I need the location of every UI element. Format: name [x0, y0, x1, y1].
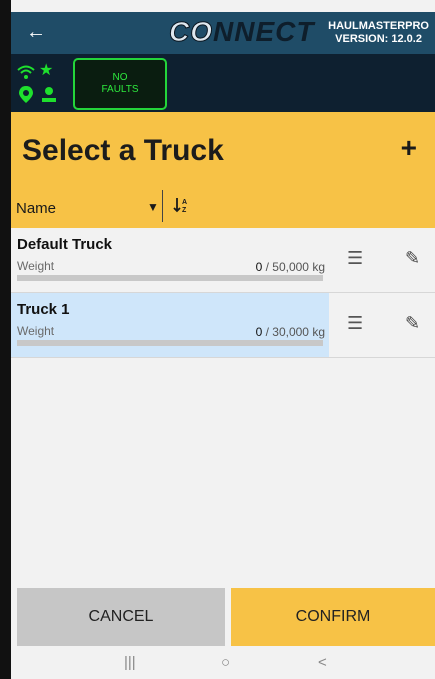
cancel-button[interactable]: CANCEL [17, 588, 225, 646]
weight-capacity: / 50,000 kg [265, 260, 325, 274]
version-label: VERSION: 12.0.2 [335, 33, 422, 45]
weight-capacity: / 30,000 kg [265, 325, 325, 339]
chevron-down-icon[interactable]: ▼ [147, 200, 159, 214]
system-nav-bar: ||| ○ < [11, 646, 435, 679]
sort-direction-icon[interactable]: AZ [173, 196, 191, 218]
brand-name: HAULMASTERPRO [328, 20, 429, 32]
truck-name: Default Truck [17, 236, 113, 253]
truck-row-main[interactable]: Truck 1 Weight 0 / 30,000 kg [11, 293, 329, 357]
faults-indicator[interactable]: NO FAULTS [73, 58, 167, 110]
svg-text:A: A [182, 199, 187, 206]
sort-divider [162, 190, 163, 222]
pencil-icon[interactable]: ✎ [405, 313, 420, 334]
truck-row-main[interactable]: Default Truck Weight 0 / 50,000 kg [11, 228, 329, 292]
version-info: HAULMASTERPRO VERSION: 12.0.2 [328, 20, 429, 46]
logo-rest: NNECT [213, 16, 315, 47]
weight-current: 0 [255, 260, 263, 274]
faults-line-1: NO [112, 72, 128, 83]
recent-apps-button[interactable]: ||| [124, 654, 136, 671]
weight-label: Weight [17, 259, 55, 273]
truck-row-default[interactable]: Default Truck Weight 0 / 50,000 kg ☰ ✎ [11, 228, 435, 293]
back-arrow-icon[interactable]: ← [26, 20, 46, 44]
wifi-icon [17, 64, 35, 84]
weight-progress-bar [17, 275, 323, 281]
weight-label: Weight [17, 324, 55, 338]
page-title: Select a Truck [22, 134, 224, 167]
confirm-button[interactable]: CONFIRM [231, 588, 435, 646]
add-truck-button[interactable]: + [401, 132, 417, 164]
page-header: Select a Truck + Name ▼ AZ [11, 112, 435, 228]
truck-row-1[interactable]: Truck 1 Weight 0 / 30,000 kg ☰ ✎ [11, 293, 435, 358]
pencil-icon[interactable]: ✎ [405, 248, 420, 269]
weight-value: 0 / 50,000 kg [256, 260, 325, 274]
weight-value: 0 / 30,000 kg [256, 325, 325, 339]
list-icon[interactable]: ☰ [347, 313, 363, 334]
app-screen: ← CONNECT HAULMASTERPRO VERSION: 12.0.2 … [11, 0, 435, 679]
top-bar: ← CONNECT HAULMASTERPRO VERSION: 12.0.2 [11, 12, 435, 54]
weight-progress-bar [17, 340, 323, 346]
truck-name: Truck 1 [17, 301, 70, 318]
home-button[interactable]: ○ [221, 654, 230, 671]
back-button[interactable]: < [318, 654, 327, 671]
app-logo: CONNECT [169, 16, 314, 48]
svg-text:Z: Z [182, 207, 187, 214]
status-bar: ★ NO FAULTS [11, 54, 435, 112]
location-pin-icon [19, 86, 33, 107]
list-icon[interactable]: ☰ [347, 248, 363, 269]
sort-field-select[interactable]: Name [16, 200, 56, 217]
logo-co: CO [169, 16, 213, 48]
user-icon [41, 86, 57, 107]
weight-current: 0 [255, 325, 263, 339]
faults-line-2: FAULTS [101, 84, 139, 95]
status-icons: ★ [17, 62, 63, 107]
star-icon: ★ [39, 62, 54, 79]
